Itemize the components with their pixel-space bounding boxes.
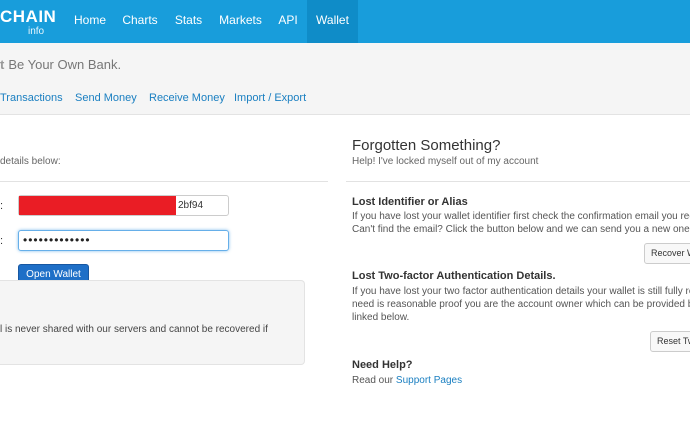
nav-wallet[interactable]: Wallet — [307, 0, 358, 43]
identifier-input[interactable]: 2bf94 — [18, 195, 229, 216]
security-note-box: l is never shared with our servers and c… — [0, 280, 305, 365]
identifier-value: 2bf94 — [178, 200, 204, 211]
slogan-text: Be Your Own Bank. — [8, 57, 122, 72]
support-pages-link[interactable]: Support Pages — [396, 375, 462, 386]
help-subtitle: Help! I've locked myself out of my accou… — [352, 156, 539, 167]
identifier-label: : — [0, 200, 4, 212]
need-help-title: Need Help? — [352, 359, 413, 371]
recover-wallet-button[interactable]: Recover W — [644, 243, 690, 264]
slogan-mark: t — [0, 57, 5, 72]
lost-identifier-text-2: Can't find the email? Click the button b… — [352, 224, 690, 235]
tab-import-export[interactable]: Import / Export — [234, 92, 306, 104]
need-help-prefix: Read our — [352, 375, 396, 386]
reset-2fa-button[interactable]: Reset Tw — [650, 331, 690, 352]
slogan: t Be Your Own Bank. — [0, 57, 121, 72]
lost-2fa-text-2: need is reasonable proof you are the acc… — [352, 299, 690, 310]
site-logo[interactable]: CHAIN — [0, 8, 56, 26]
tab-receive-money[interactable]: Receive Money — [149, 92, 225, 104]
login-divider — [0, 181, 328, 182]
need-help-text: Read our Support Pages — [352, 374, 690, 387]
tab-send-money[interactable]: Send Money — [75, 92, 137, 104]
lost-2fa-title: Lost Two-factor Authentication Details. — [352, 270, 556, 282]
password-input[interactable]: ••••••••••••• — [18, 230, 229, 251]
password-label: : — [0, 235, 4, 247]
nav-home[interactable]: Home — [67, 0, 113, 43]
lost-identifier-title: Lost Identifier or Alias — [352, 196, 468, 208]
nav-charts[interactable]: Charts — [114, 0, 166, 43]
nav-markets[interactable]: Markets — [211, 0, 270, 43]
lost-2fa-text-3: linked below. — [352, 312, 410, 323]
site-logo-sub: info — [28, 26, 45, 37]
lost-identifier-text-1: If you have lost your wallet identifier … — [352, 211, 690, 222]
help-divider — [346, 181, 690, 182]
help-title: Forgotten Something? — [352, 137, 501, 154]
nav-api[interactable]: API — [271, 0, 305, 43]
top-navbar: CHAIN info Home Charts Stats Markets API… — [0, 0, 690, 43]
lost-2fa-text-1: If you have lost your two factor authent… — [352, 286, 690, 297]
redaction-bar — [19, 196, 176, 215]
security-note-text: l is never shared with our servers and c… — [0, 324, 268, 335]
login-intro: details below: — [0, 156, 61, 167]
password-value: ••••••••••••• — [23, 233, 91, 247]
nav-stats[interactable]: Stats — [167, 0, 210, 43]
wallet-subheader: t Be Your Own Bank. Transactions Send Mon… — [0, 43, 690, 115]
tab-transactions[interactable]: Transactions — [0, 92, 63, 104]
